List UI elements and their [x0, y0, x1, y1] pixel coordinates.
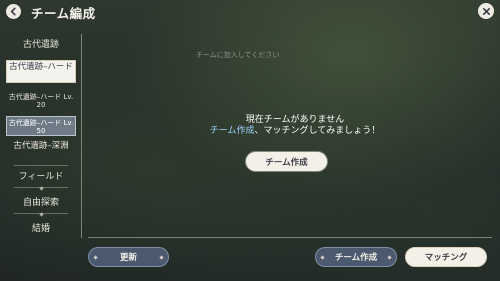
- diamond-icon: [159, 255, 164, 260]
- page-title: チーム編成: [31, 6, 96, 21]
- close-icon: [482, 7, 490, 15]
- empty-state-hint: チーム作成、マッチングしてみましょう！: [0, 123, 500, 136]
- empty-state-hint-text: 、マッチングしてみましょう！: [254, 126, 381, 136]
- diamond-icon: [320, 255, 325, 260]
- create-team-button-center[interactable]: チーム作成: [246, 152, 327, 171]
- sidebar-separator: [14, 165, 68, 166]
- sidebar-item-label: 古代遺跡–深淵: [13, 141, 69, 151]
- create-team-link[interactable]: チーム作成: [210, 126, 255, 136]
- sidebar-item-marriage[interactable]: 結婚: [6, 224, 76, 236]
- matching-button[interactable]: マッチング: [405, 247, 487, 267]
- sidebar-item-label: 古代遺跡–ハード Lv. 20: [8, 93, 74, 109]
- sidebar-item-label: 結婚: [31, 224, 50, 234]
- team-formation-screen: チーム編成 古代遺跡 古代遺跡–ハード 古代遺跡–ハード Lv. 20 古代遺跡…: [0, 0, 500, 281]
- refresh-button[interactable]: 更新: [88, 247, 169, 267]
- sidebar-divider: [81, 34, 82, 238]
- diamond-icon: [93, 255, 98, 260]
- sidebar-item-ancient-ruins-hard[interactable]: 古代遺跡–ハード: [6, 60, 76, 83]
- sidebar-item-field[interactable]: フィールド: [6, 172, 76, 191]
- header-bar: チーム編成: [0, 0, 500, 24]
- create-team-button-label: チーム作成: [265, 157, 308, 168]
- sidebar-item-ancient-ruins-abyss[interactable]: 古代遺跡–深淵: [6, 141, 76, 166]
- sidebar-item-label: 自由探索: [22, 198, 59, 208]
- sidebar-item-label: 古代遺跡: [22, 40, 59, 50]
- sidebar-item-ancient-ruins-hard-lv20[interactable]: 古代遺跡–ハード Lv. 20: [6, 93, 76, 111]
- sidebar-item-free-exploration[interactable]: 自由探索: [6, 198, 76, 217]
- diamond-icon: [387, 255, 392, 260]
- chevron-left-icon: [10, 7, 16, 16]
- matching-button-label: マッチング: [424, 253, 468, 263]
- footer-divider: [88, 237, 492, 238]
- sidebar-item-ancient-ruins[interactable]: 古代遺跡: [6, 40, 76, 52]
- sidebar-item-label: フィールド: [18, 172, 64, 182]
- team-join-placeholder: チームに加入してください: [196, 51, 280, 59]
- back-button[interactable]: [6, 4, 21, 19]
- create-team-button-label: チーム作成: [334, 253, 378, 263]
- create-team-button[interactable]: チーム作成: [315, 247, 397, 267]
- sidebar-item-label: 古代遺跡–ハード: [9, 62, 73, 72]
- refresh-button-label: 更新: [119, 253, 137, 263]
- close-button[interactable]: [478, 3, 494, 19]
